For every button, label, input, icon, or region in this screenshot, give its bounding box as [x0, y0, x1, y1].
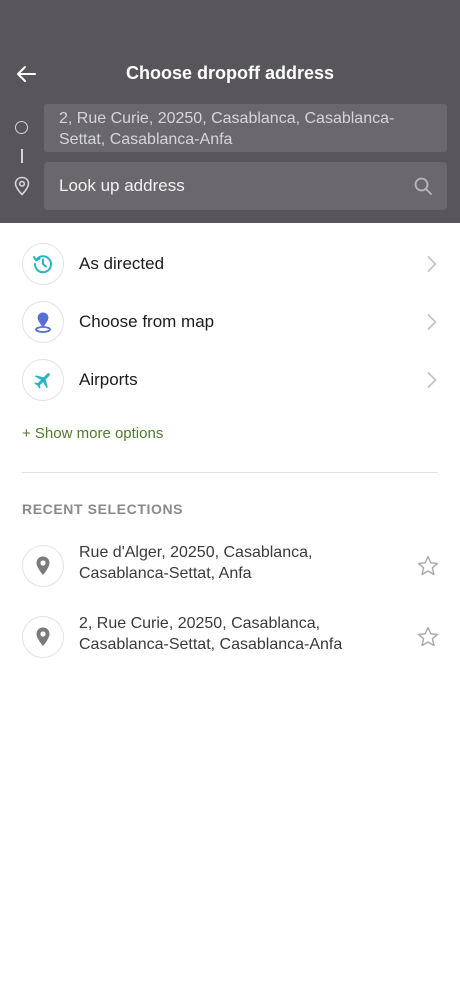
- pickup-address-field[interactable]: 2, Rue Curie, 20250, Casablanca, Casabla…: [44, 104, 447, 152]
- origin-circle-icon: [15, 121, 28, 134]
- airplane-icon: [22, 359, 64, 401]
- clock-arrow-icon: [22, 243, 64, 285]
- route-indicator: [12, 118, 32, 198]
- option-choose-from-map[interactable]: Choose from map: [0, 296, 460, 348]
- star-icon[interactable]: [416, 554, 440, 578]
- search-icon[interactable]: [413, 176, 433, 196]
- location-pin-icon: [22, 616, 64, 658]
- recent-address: Rue d'Alger, 20250, Casablanca, Casablan…: [79, 544, 313, 582]
- star-icon[interactable]: [416, 625, 440, 649]
- option-as-directed[interactable]: As directed: [0, 238, 460, 290]
- chevron-right-icon: [426, 255, 438, 273]
- address-search-field[interactable]: [44, 162, 447, 210]
- option-airports[interactable]: Airports: [0, 354, 460, 406]
- section-divider: [22, 472, 438, 473]
- option-label: Choose from map: [79, 312, 215, 331]
- page-title: Choose dropoff address: [125, 63, 335, 83]
- app-header: Choose dropoff address 2, Rue Curie, 202…: [0, 0, 460, 223]
- recent-item[interactable]: 2, Rue Curie, 20250, Casablanca, Casabla…: [0, 608, 460, 668]
- address-search-input[interactable]: [59, 176, 413, 196]
- route-line: [21, 149, 23, 163]
- recent-item[interactable]: Rue d'Alger, 20250, Casablanca, Casablan…: [0, 537, 460, 597]
- show-more-options-link[interactable]: + Show more options: [22, 425, 163, 442]
- option-label: Airports: [79, 370, 138, 389]
- chevron-right-icon: [426, 371, 438, 389]
- location-pin-icon: [22, 545, 64, 587]
- recent-address: 2, Rue Curie, 20250, Casablanca, Casabla…: [79, 615, 343, 653]
- chevron-right-icon: [426, 313, 438, 331]
- destination-pin-icon: [14, 176, 30, 196]
- map-pin-icon: [22, 301, 64, 343]
- option-label: As directed: [79, 254, 165, 273]
- recent-selections-heading: RECENT SELECTIONS: [22, 501, 184, 517]
